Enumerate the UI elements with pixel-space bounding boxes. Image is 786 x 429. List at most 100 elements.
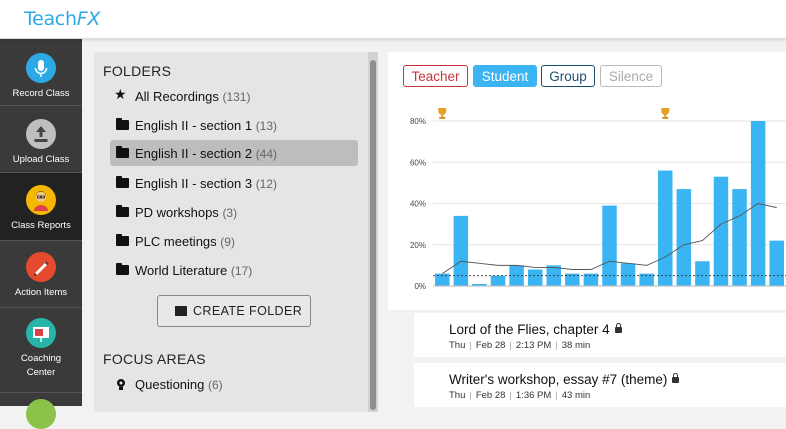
sidebar-label: Class Reports — [11, 220, 71, 231]
folders-scrollbar-thumb[interactable] — [370, 60, 376, 410]
focus-areas-heading: FOCUS AREAS — [103, 351, 206, 367]
microphone-icon — [26, 53, 56, 83]
recording-duration: 38 min — [561, 340, 591, 351]
folder-label-wrap: World Literature (17) — [135, 263, 252, 278]
recording-title-wrap: Lord of the Flies, chapter 4 — [449, 322, 622, 337]
recording-meta: Thu | Feb 28 | 1:36 PM | 43 min — [449, 390, 591, 401]
sidebar-next-item-icon[interactable] — [26, 399, 56, 429]
lock-icon — [672, 373, 680, 383]
upload-icon — [26, 119, 56, 149]
y-tick-label: 40% — [410, 200, 426, 209]
folder-icon — [116, 118, 129, 130]
bar — [527, 269, 543, 286]
recording-date: Feb 28 — [475, 390, 506, 401]
sidebar-label: Coaching Center — [0, 352, 82, 380]
lock-icon — [614, 323, 622, 333]
folder-icon — [116, 205, 129, 217]
teachfx-logo[interactable]: TeachFX — [24, 8, 100, 30]
sidebar-label-line2: Center — [26, 367, 56, 378]
folder-count: (44) — [255, 147, 278, 161]
recording-day: Thu — [449, 340, 466, 351]
y-tick-label: 20% — [410, 241, 426, 250]
focus-area-label: Questioning — [135, 377, 205, 392]
y-tick-label: 60% — [410, 158, 426, 167]
bar — [695, 261, 710, 286]
folder-icon — [116, 234, 129, 246]
sidebar: Record Class Upload Class Class Reports … — [0, 39, 82, 429]
recording-time: 2:13 PM — [515, 340, 552, 351]
folder-label-wrap: English II - section 2 (44) — [135, 146, 277, 161]
bar — [657, 170, 673, 286]
folder-count: (13) — [255, 119, 278, 133]
sidebar-label: Record Class — [12, 88, 70, 99]
y-tick-label: 80% — [410, 117, 426, 126]
folder-count: (131) — [222, 90, 251, 104]
folder-label: English II - section 2 — [135, 146, 253, 161]
pencil-icon — [26, 252, 56, 282]
folder-label: PD workshops — [135, 205, 219, 220]
folder-label-wrap: PD workshops (3) — [135, 205, 237, 220]
folders-scrollbar[interactable] — [368, 52, 378, 412]
add-folder-icon — [175, 306, 187, 316]
presentation-board-icon — [26, 318, 56, 348]
sidebar-item-upload-class[interactable]: Upload Class — [0, 106, 82, 173]
folder-item-plc-meetings[interactable]: PLC meetings (9) — [110, 228, 358, 254]
focus-area-label-wrap: Questioning (6) — [135, 377, 223, 392]
folder-label: All Recordings — [135, 89, 219, 104]
focus-area-icon — [117, 379, 125, 390]
recording-day: Thu — [449, 390, 466, 401]
bar — [769, 240, 784, 286]
trophy-icon — [661, 108, 670, 119]
sidebar-item-record-class[interactable]: Record Class — [0, 39, 82, 106]
folder-label: English II - section 1 — [135, 118, 253, 133]
focus-area-count: (6) — [208, 378, 223, 392]
y-tick-label: 0% — [414, 282, 426, 291]
create-folder-button[interactable]: CREATE FOLDER — [157, 295, 311, 327]
talk-chart-card: Teacher Student Group Silence 0% 20% 40% 60… — [388, 52, 786, 310]
talk-time-chart: 0% 20% 40% 60% 80% — [410, 108, 786, 291]
top-bar: TeachFX — [0, 0, 786, 39]
logo-text-teach: Teach — [24, 8, 77, 30]
recording-card[interactable]: Writer's workshop, essay #7 (theme) Thu |… — [414, 363, 786, 407]
bar — [490, 275, 506, 286]
folder-item-world-literature[interactable]: World Literature (17) — [110, 257, 358, 283]
recording-card[interactable]: Lord of the Flies, chapter 4 Thu | Feb 28 |… — [414, 313, 786, 357]
folder-label-wrap: PLC meetings (9) — [135, 234, 235, 249]
recording-duration: 43 min — [561, 390, 591, 401]
sidebar-label: Action Items — [14, 287, 68, 298]
recording-title-wrap: Writer's workshop, essay #7 (theme) — [449, 372, 680, 387]
recording-time: 1:36 PM — [515, 390, 552, 401]
folder-count: (12) — [255, 177, 278, 191]
folder-item-pd-workshops[interactable]: PD workshops (3) — [110, 199, 358, 225]
bar — [602, 205, 617, 286]
folder-label: PLC meetings — [135, 234, 217, 249]
folder-count: (3) — [222, 206, 238, 220]
folder-label-wrap: All Recordings (131) — [135, 89, 250, 104]
create-folder-label: CREATE FOLDER — [193, 304, 303, 318]
bar — [713, 176, 729, 286]
recording-date: Feb 28 — [475, 340, 506, 351]
folders-heading: FOLDERS — [103, 63, 172, 79]
folder-label-wrap: English II - section 3 (12) — [135, 176, 277, 191]
folder-icon — [116, 146, 129, 158]
folder-item-all-recordings[interactable]: ★ All Recordings (131) — [110, 83, 358, 109]
sidebar-item-coaching-center[interactable]: Coaching Center — [0, 308, 82, 393]
folder-item-english-2-section-1[interactable]: English II - section 1 (13) — [110, 112, 358, 138]
focus-area-item-questioning[interactable]: Questioning (6) — [110, 371, 358, 397]
folder-item-english-2-section-2[interactable]: English II - section 2 (44) — [110, 140, 358, 166]
logo-text-fx: FX — [76, 8, 101, 30]
folder-label: World Literature — [135, 263, 228, 278]
folder-item-english-2-section-3[interactable]: English II - section 3 (12) — [110, 170, 358, 196]
recording-title[interactable]: Writer's workshop, essay #7 (theme) — [449, 372, 667, 387]
sidebar-item-class-reports[interactable]: Class Reports — [0, 173, 82, 241]
folder-icon — [116, 176, 129, 188]
teacher-avatar-icon — [26, 185, 56, 215]
sidebar-item-action-items[interactable]: Action Items — [0, 241, 82, 308]
folder-count: (17) — [230, 264, 253, 278]
sidebar-label-line1: Coaching — [20, 353, 62, 364]
bar — [676, 189, 692, 286]
bar — [620, 263, 636, 286]
folder-icon — [116, 263, 129, 275]
recording-title[interactable]: Lord of the Flies, chapter 4 — [449, 322, 610, 337]
folder-label-wrap: English II - section 1 (13) — [135, 118, 277, 133]
